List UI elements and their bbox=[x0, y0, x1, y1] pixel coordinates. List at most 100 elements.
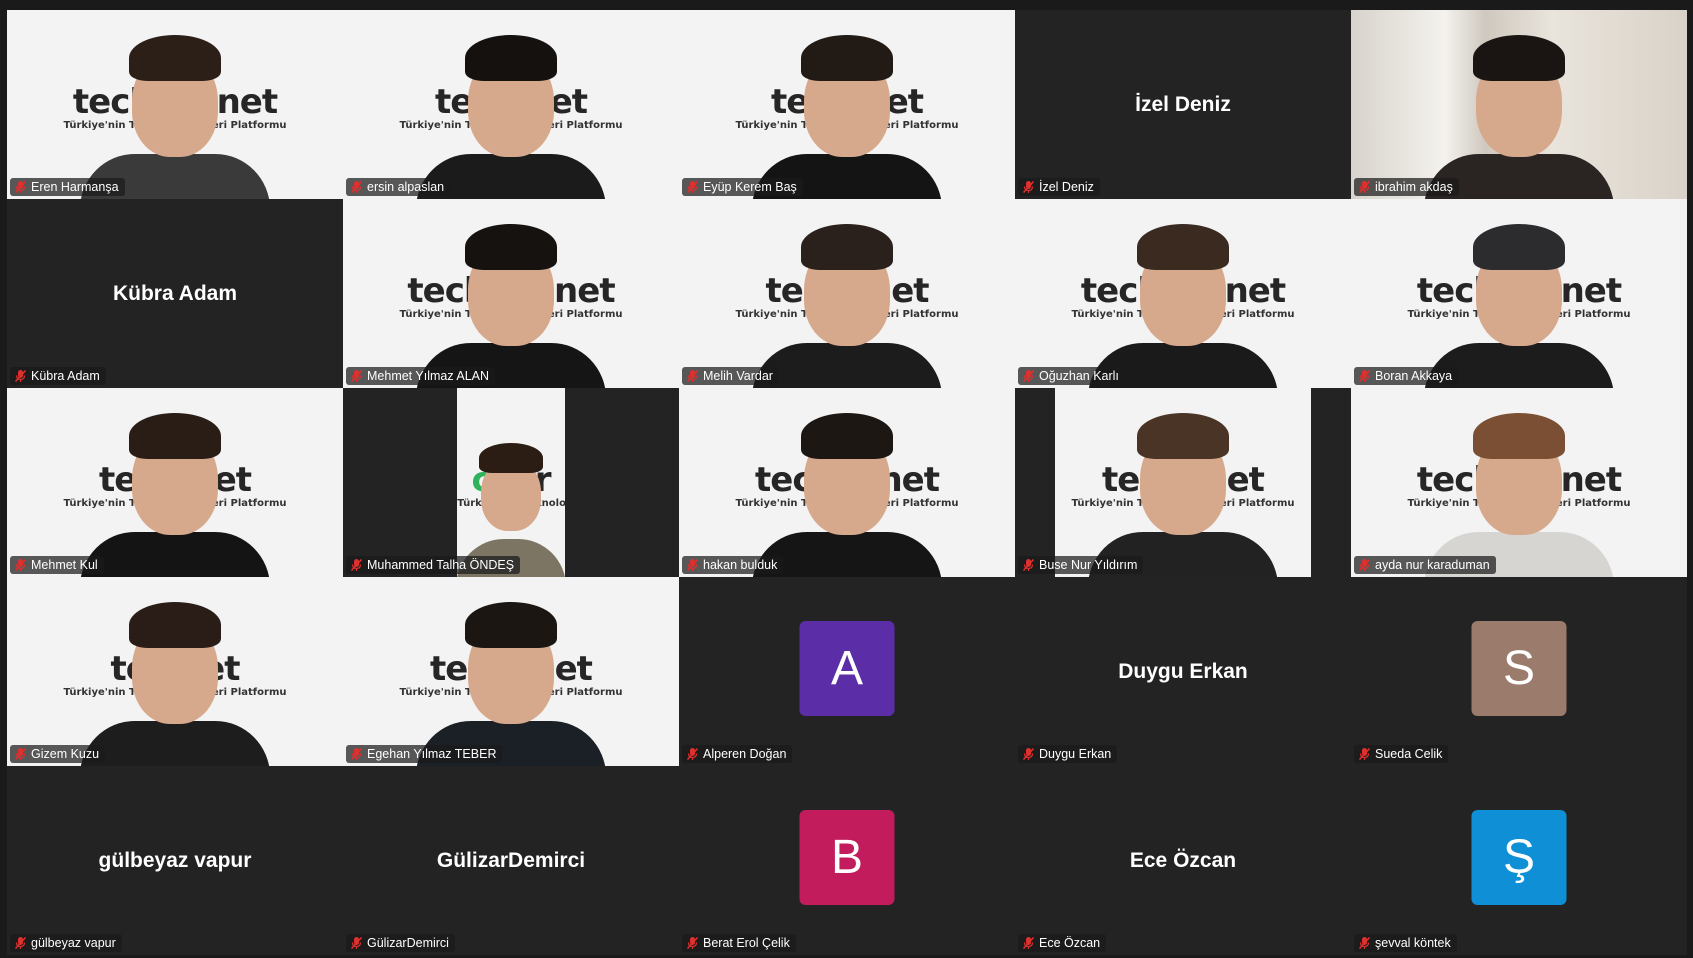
microphone-muted-icon bbox=[686, 936, 699, 950]
participant-tile[interactable]: tecer.net Türkiye'nin Teknoloji Kariyeri… bbox=[1015, 388, 1351, 577]
microphone-muted-icon bbox=[14, 558, 27, 572]
microphone-muted-icon bbox=[14, 180, 27, 194]
participant-tile[interactable]: Duygu Erkan Duygu Erkan bbox=[1015, 577, 1351, 766]
microphone-muted-icon bbox=[1358, 747, 1371, 761]
participant-avatar: S bbox=[1471, 621, 1567, 716]
video-feed: tech.net Türkiye'nin Teknoloji Kariyeri … bbox=[679, 10, 1015, 199]
participant-name: Melih Vardar bbox=[703, 369, 773, 383]
participant-name: Oğuzhan Karlı bbox=[1039, 369, 1119, 383]
participant-tile[interactable]: techcer.net Türkiye'nin Teknoloji Kariye… bbox=[1351, 199, 1687, 388]
participant-tile[interactable]: B Berat Erol Çelik bbox=[679, 766, 1015, 955]
participant-tile[interactable]: Kübra Adam Kübra Adam bbox=[7, 199, 343, 388]
microphone-muted-icon bbox=[1022, 558, 1035, 572]
participant-name: Muhammed Talha ÖNDEŞ bbox=[367, 558, 515, 572]
participant-tile[interactable]: techcer.net Türkiye'nin Teknoloji Kariye… bbox=[1015, 199, 1351, 388]
video-feed: techr.net Türkiye'nin Teknoloji Kariyeri… bbox=[679, 199, 1015, 388]
microphone-muted-icon bbox=[1022, 747, 1035, 761]
participant-tile[interactable]: A Alperen Doğan bbox=[679, 577, 1015, 766]
video-feed: tech.net Türkiye'nin Teknoloji Kariyeri … bbox=[343, 10, 679, 199]
participant-video-person bbox=[1088, 388, 1278, 577]
microphone-muted-icon bbox=[350, 180, 363, 194]
participant-video-person bbox=[752, 388, 942, 577]
participant-name-label: hakan bulduk bbox=[682, 556, 784, 574]
participant-tile[interactable]: tech.net Türkiye'nin Teknoloji Kariyeri … bbox=[679, 10, 1015, 199]
participant-tile[interactable]: tecer.net Türkiye'nin Teknoloji Kariyeri… bbox=[343, 577, 679, 766]
participant-tile[interactable]: teceer.net Türkiye'nin Teknoloji Kariyer… bbox=[679, 388, 1015, 577]
participant-name-label: şevval köntek bbox=[1354, 934, 1457, 952]
video-feed: techcer.net Türkiye'nin Teknoloji Kariye… bbox=[1351, 199, 1687, 388]
participant-name-label: Boran Akkaya bbox=[1354, 367, 1459, 385]
participant-video-person bbox=[416, 199, 606, 388]
participant-tile[interactable]: techcer.net Türkiye'nin Teknoloji Kariye… bbox=[1351, 388, 1687, 577]
participant-tile[interactable]: techr.net Türkiye'nin Teknoloji Kariyeri… bbox=[679, 199, 1015, 388]
participant-display-name: Kübra Adam bbox=[112, 281, 238, 305]
participant-name: Gizem Kuzu bbox=[31, 747, 100, 761]
participant-tile[interactable]: tec.net Türkiye'nin Teknoloji Kariyeri P… bbox=[7, 577, 343, 766]
microphone-muted-icon bbox=[686, 180, 699, 194]
video-feed: tech.net Türkiye'nin Teknoloji Kariyeri … bbox=[7, 388, 343, 577]
participant-name: Mehmet Kul bbox=[31, 558, 98, 572]
participant-name-label: Ece Özcan bbox=[1018, 934, 1107, 952]
participant-name: Eren Harmanşa bbox=[31, 180, 119, 194]
participant-video-person bbox=[752, 10, 942, 199]
participant-avatar: Ş bbox=[1471, 810, 1567, 905]
participant-name-label: Eyüp Kerem Baş bbox=[682, 178, 803, 196]
video-feed: techcer.net Türkiye'nin Teknoloji Kariye… bbox=[7, 10, 343, 199]
participant-tile[interactable]: İzel Deniz İzel Deniz bbox=[1015, 10, 1351, 199]
participant-name: ayda nur karaduman bbox=[1375, 558, 1490, 572]
participant-video-person bbox=[80, 388, 270, 577]
participant-name: ersin alpaslan bbox=[367, 180, 445, 194]
meeting-window: techcer.net Türkiye'nin Teknoloji Kariye… bbox=[0, 0, 1693, 958]
participant-name-label: Eren Harmanşa bbox=[10, 178, 125, 196]
video-feed: techcer.net Türkiye'nin Teknoloji Kariye… bbox=[1015, 199, 1351, 388]
participant-name: gülbeyaz vapur bbox=[31, 936, 116, 950]
video-feed: tecer.net Türkiye'nin Teknoloji Kariyeri… bbox=[343, 577, 679, 766]
participant-video-person bbox=[752, 199, 942, 388]
participant-tile[interactable]: GülizarDemirci GülizarDemirci bbox=[343, 766, 679, 955]
participant-name-label: İzel Deniz bbox=[1018, 178, 1100, 196]
participant-display-name: İzel Deniz bbox=[1135, 92, 1231, 116]
participant-tile[interactable]: ibrahim akdaş bbox=[1351, 10, 1687, 199]
participant-tile[interactable]: tech.net Türkiye'nin Teknoloji Kariyeri … bbox=[7, 388, 343, 577]
participant-name-label: ersin alpaslan bbox=[346, 178, 451, 196]
participant-name-label: Gizem Kuzu bbox=[10, 745, 106, 763]
participant-avatar: A bbox=[799, 621, 895, 716]
microphone-muted-icon bbox=[686, 369, 699, 383]
microphone-muted-icon bbox=[14, 936, 27, 950]
microphone-muted-icon bbox=[1022, 936, 1035, 950]
participant-tile[interactable]: tech.net Türkiye'nin Teknoloji Kariyeri … bbox=[343, 10, 679, 199]
participant-tile[interactable]: gülbeyaz vapur gülbeyaz vapur bbox=[7, 766, 343, 955]
microphone-muted-icon bbox=[1022, 180, 1035, 194]
participant-tile[interactable]: Şşevval köntek bbox=[1351, 766, 1687, 955]
participant-name: ibrahim akdaş bbox=[1375, 180, 1453, 194]
participant-name: Egehan Yılmaz TEBER bbox=[367, 747, 497, 761]
participant-video-person bbox=[80, 10, 270, 199]
participant-tile[interactable]: techeer.net Türkiye'nin Teknoloji Kariye… bbox=[343, 199, 679, 388]
participant-name-label: Duygu Erkan bbox=[1018, 745, 1118, 763]
participant-tile[interactable]: techcer.net Türkiye'nin Teknoloji Kariye… bbox=[7, 10, 343, 199]
microphone-muted-icon bbox=[350, 747, 363, 761]
participant-name: şevval köntek bbox=[1375, 936, 1451, 950]
participant-name-label: Berat Erol Çelik bbox=[682, 934, 796, 952]
participant-display-name: Duygu Erkan bbox=[1118, 659, 1248, 683]
participant-name-label: Oğuzhan Karlı bbox=[1018, 367, 1125, 385]
participant-name-label: ayda nur karaduman bbox=[1354, 556, 1496, 574]
participant-name-label: Sueda Celik bbox=[1354, 745, 1449, 763]
participant-name: Eyüp Kerem Baş bbox=[703, 180, 797, 194]
participant-name: Mehmet Yılmaz ALAN bbox=[367, 369, 490, 383]
participant-name: Ece Özcan bbox=[1039, 936, 1101, 950]
video-feed: techeer.net Türkiye'nin Teknoloji Kariye… bbox=[343, 199, 679, 388]
participant-video-person bbox=[416, 10, 606, 199]
participant-tile[interactable]: S Sueda Celik bbox=[1351, 577, 1687, 766]
participant-video-person bbox=[416, 577, 606, 766]
video-feed bbox=[1351, 10, 1687, 199]
participant-video-person bbox=[80, 577, 270, 766]
microphone-muted-icon bbox=[1358, 180, 1371, 194]
participant-name: hakan bulduk bbox=[703, 558, 778, 572]
participant-tile[interactable]: Ece Özcan Ece Özcan bbox=[1015, 766, 1351, 955]
gallery-view: techcer.net Türkiye'nin Teknoloji Kariye… bbox=[7, 10, 1687, 955]
participant-video-person bbox=[457, 388, 565, 577]
participant-name-label: GülizarDemirci bbox=[346, 934, 455, 952]
participant-tile[interactable]: caer Türkiye'nin Teknoloji Kariyeri Plat… bbox=[343, 388, 679, 577]
participant-video-person bbox=[1088, 199, 1278, 388]
